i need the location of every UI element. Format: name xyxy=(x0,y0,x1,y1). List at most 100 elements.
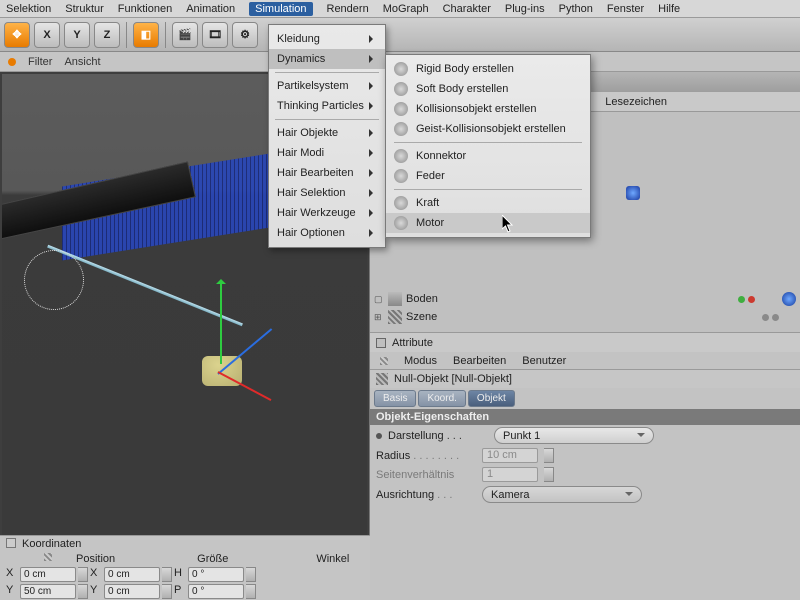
menu-plugins[interactable]: Plug-ins xyxy=(505,3,545,15)
menu-rendern[interactable]: Rendern xyxy=(327,3,369,15)
tree-row-szene[interactable]: ⊞ Szene xyxy=(370,308,800,326)
angle-p-field[interactable] xyxy=(188,584,244,599)
null-icon xyxy=(388,310,402,324)
axis-z-button[interactable]: Z xyxy=(94,22,120,48)
attr-bearbeiten[interactable]: Bearbeiten xyxy=(453,355,506,367)
spinner-icon[interactable] xyxy=(162,584,172,599)
tree-row-boden[interactable]: ▢ Boden xyxy=(370,290,800,308)
spinner-icon[interactable] xyxy=(78,584,88,599)
collider-icon xyxy=(394,102,408,116)
menu-fenster[interactable]: Fenster xyxy=(607,3,644,15)
dynamics-tag-icon[interactable] xyxy=(626,186,640,200)
axis-y-button[interactable]: Y xyxy=(64,22,90,48)
submenu-arrow-icon xyxy=(369,189,377,197)
move-tool-icon[interactable]: ✥ xyxy=(4,22,30,48)
view-label[interactable]: Ansicht xyxy=(64,56,100,68)
render-settings-icon[interactable]: ⚙ xyxy=(232,22,258,48)
aspect-field[interactable]: 1 xyxy=(482,467,538,482)
axis-label: X xyxy=(6,567,18,582)
tab-koord[interactable]: Koord. xyxy=(418,390,465,407)
size-x-field[interactable] xyxy=(104,567,160,582)
spinner-icon[interactable] xyxy=(162,567,172,582)
darstellung-select[interactable]: Punkt 1 xyxy=(494,427,654,444)
menuitem-hair-objekte[interactable]: Hair Objekte xyxy=(269,123,385,143)
submenu-arrow-icon xyxy=(369,209,377,217)
axis-label: X xyxy=(90,567,102,582)
tab-objekt[interactable]: Objekt xyxy=(468,390,515,407)
expand-icon[interactable]: ▢ xyxy=(374,294,384,305)
panel-toggle-icon[interactable] xyxy=(6,538,16,548)
submenu-arrow-icon xyxy=(369,82,377,90)
menuitem-hair-werkzeuge[interactable]: Hair Werkzeuge xyxy=(269,203,385,223)
menu-funktionen[interactable]: Funktionen xyxy=(118,3,172,15)
menuitem-rigid-body[interactable]: Rigid Body erstellen xyxy=(386,59,590,79)
menu-struktur[interactable]: Struktur xyxy=(65,3,104,15)
menuitem-thinking-particles[interactable]: Thinking Particles xyxy=(269,96,385,116)
menu-mograph[interactable]: MoGraph xyxy=(383,3,429,15)
filter-label[interactable]: Filter xyxy=(28,56,52,68)
spinner-icon[interactable] xyxy=(544,467,554,482)
pos-x-field[interactable] xyxy=(20,567,76,582)
menu-simulation[interactable]: Simulation xyxy=(249,2,312,16)
grip-icon[interactable] xyxy=(380,357,388,365)
menuitem-dynamics[interactable]: Dynamics xyxy=(269,49,385,69)
menuitem-hair-modi[interactable]: Hair Modi xyxy=(269,143,385,163)
submenu-arrow-icon xyxy=(369,149,377,157)
floor-icon xyxy=(388,292,402,306)
coord-columns: Position Größe Winkel xyxy=(0,552,370,566)
chevron-down-icon xyxy=(625,492,633,500)
spinner-icon[interactable] xyxy=(544,448,554,463)
clapper-icon[interactable]: 🎬 xyxy=(172,22,198,48)
col-lesezeichen[interactable]: Lesezeichen xyxy=(605,96,667,108)
softbody-icon xyxy=(394,82,408,96)
attr-modus[interactable]: Modus xyxy=(404,355,437,367)
menuitem-hair-optionen[interactable]: Hair Optionen xyxy=(269,223,385,243)
menuitem-soft-body[interactable]: Soft Body erstellen xyxy=(386,79,590,99)
keyframe-dot-icon[interactable] xyxy=(376,433,382,439)
menuitem-kraft[interactable]: Kraft xyxy=(386,193,590,213)
force-icon xyxy=(394,196,408,210)
tree-item-label: Boden xyxy=(406,293,734,305)
menuitem-geist-kollision[interactable]: Geist-Kollisionsobjekt erstellen xyxy=(386,119,590,139)
menu-selektion[interactable]: Selektion xyxy=(6,3,51,15)
menu-python[interactable]: Python xyxy=(559,3,593,15)
expand-icon[interactable]: ⊞ xyxy=(374,312,384,323)
spinner-icon[interactable] xyxy=(246,567,256,582)
menuitem-partikelsystem[interactable]: Partikelsystem xyxy=(269,76,385,96)
size-y-field[interactable] xyxy=(104,584,160,599)
menuitem-hair-bearbeiten[interactable]: Hair Bearbeiten xyxy=(269,163,385,183)
pos-y-field[interactable] xyxy=(20,584,76,599)
tag-icon[interactable] xyxy=(782,292,796,306)
rigidbody-icon xyxy=(394,62,408,76)
attribute-title: Attribute xyxy=(392,337,433,349)
prop-label: Radius . . . . . . . . xyxy=(376,450,476,462)
axis-x-button[interactable]: X xyxy=(34,22,60,48)
radius-field[interactable]: 10 cm xyxy=(482,448,538,463)
render-icon[interactable]: 🎞 xyxy=(202,22,228,48)
menuitem-konnektor[interactable]: Konnektor xyxy=(386,146,590,166)
menubar: Selektion Struktur Funktionen Animation … xyxy=(0,0,800,18)
menuitem-hair-selektion[interactable]: Hair Selektion xyxy=(269,183,385,203)
prop-label: Darstellung . . . xyxy=(388,430,488,442)
menu-charakter[interactable]: Charakter xyxy=(443,3,491,15)
angle-h-field[interactable] xyxy=(188,567,244,582)
spinner-icon[interactable] xyxy=(246,584,256,599)
cube-primitive-icon[interactable]: ◧ xyxy=(133,22,159,48)
menuitem-motor[interactable]: Motor xyxy=(386,213,590,233)
orient-select[interactable]: Kamera xyxy=(482,486,642,503)
panel-toggle-icon[interactable] xyxy=(376,338,386,348)
menuitem-feder[interactable]: Feder xyxy=(386,166,590,186)
menu-hilfe[interactable]: Hilfe xyxy=(658,3,680,15)
menu-animation[interactable]: Animation xyxy=(186,3,235,15)
col-position: Position xyxy=(76,553,115,565)
menuitem-kollisionsobjekt[interactable]: Kollisionsobjekt erstellen xyxy=(386,99,590,119)
selected-object-bar: Null-Objekt [Null-Objekt] xyxy=(370,370,800,388)
menuitem-kleidung[interactable]: Kleidung xyxy=(269,29,385,49)
prop-radius: Radius . . . . . . . . 10 cm xyxy=(370,446,800,465)
filter-dot-icon[interactable] xyxy=(8,58,16,66)
spinner-icon[interactable] xyxy=(78,567,88,582)
attr-benutzer[interactable]: Benutzer xyxy=(522,355,566,367)
axis-label: Y xyxy=(6,584,18,599)
tab-basis[interactable]: Basis xyxy=(374,390,416,407)
spring-icon xyxy=(394,169,408,183)
